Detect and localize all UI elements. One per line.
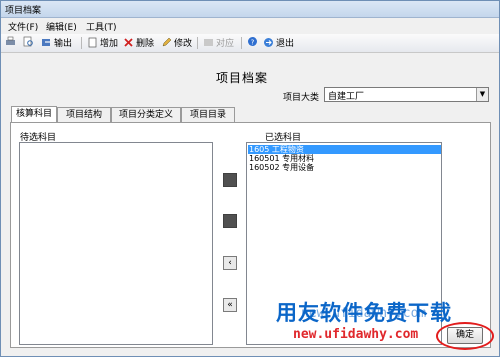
category-select[interactable]: 自建工厂 ▼	[324, 87, 489, 102]
menu-bar: 文件(F) 编辑(E) 工具(T)	[1, 18, 499, 33]
tab-project-catalog[interactable]: 项目目录	[181, 107, 235, 122]
window-title: 项目档案	[5, 6, 42, 16]
help-icon[interactable]: ?	[247, 36, 260, 50]
exit-button[interactable]: 退出	[263, 36, 294, 50]
watermark-title: 用友软件免费下载	[276, 301, 452, 325]
subject-name: 专用材料	[282, 154, 315, 163]
subject-name: 工程物资	[271, 145, 304, 154]
watermark-url: new.ufidawhy.com	[293, 327, 419, 342]
output-button[interactable]: 输出	[41, 36, 72, 50]
move-right-button[interactable]	[223, 173, 237, 187]
preview-icon[interactable]	[23, 36, 36, 50]
add-label: 增加	[100, 39, 119, 49]
list-item[interactable]: 160501 专用材料	[248, 154, 314, 163]
toolbar-separator	[241, 37, 242, 49]
edit-pencil-icon	[162, 37, 172, 47]
menu-edit[interactable]: 编辑(E)	[46, 20, 77, 33]
page-title: 项目档案	[216, 71, 269, 85]
tab-accounting-subjects[interactable]: 核算科目	[11, 106, 57, 122]
subject-code: 1605	[249, 145, 270, 154]
add-button[interactable]: 增加	[87, 36, 118, 50]
tab-project-structure[interactable]: 项目结构	[57, 107, 111, 122]
toolbar-separator	[197, 37, 198, 49]
exit-icon	[264, 38, 273, 47]
category-value: 自建工厂	[328, 92, 365, 102]
move-all-left-button[interactable]: «	[223, 298, 237, 312]
svg-text:?: ?	[251, 38, 255, 46]
move-left-button[interactable]: ‹	[223, 256, 237, 270]
move-all-right-button[interactable]	[223, 214, 237, 228]
double-chevron-left-icon: «	[227, 300, 233, 310]
print-icon[interactable]	[5, 36, 18, 50]
ok-button[interactable]: 确定	[447, 327, 483, 344]
delete-label: 删除	[136, 39, 155, 49]
align-button[interactable]: 对应	[203, 36, 234, 50]
menu-file[interactable]: 文件(F)	[8, 20, 38, 33]
output-label: 输出	[54, 39, 73, 49]
chevron-left-icon: ‹	[228, 258, 232, 268]
tab-category-definition[interactable]: 项目分类定义	[111, 107, 181, 122]
pending-subjects-list[interactable]	[19, 142, 213, 345]
list-item[interactable]: 1605 工程物资	[248, 145, 441, 154]
subject-name: 专用设备	[282, 163, 315, 172]
align-label: 对应	[216, 39, 235, 49]
chevron-down-icon[interactable]: ▼	[476, 88, 488, 101]
list-item[interactable]: 160502 专用设备	[248, 163, 314, 172]
subject-code: 160502	[249, 163, 280, 172]
new-document-icon	[88, 37, 97, 48]
category-label: 项目大类	[283, 93, 320, 103]
output-icon	[42, 39, 50, 46]
align-icon	[204, 39, 213, 46]
delete-button[interactable]: 删除	[123, 36, 154, 50]
modify-label: 修改	[174, 39, 193, 49]
toolbar-separator	[81, 37, 82, 49]
title-bar: 项目档案	[1, 1, 499, 18]
delete-icon	[124, 38, 133, 47]
exit-label: 退出	[276, 39, 295, 49]
toolbar: 输出 增加 删除 修改 对应 ? 退出	[1, 34, 499, 53]
subject-code: 160501	[249, 154, 280, 163]
project-archive-window: 项目档案 文件(F) 编辑(E) 工具(T) 输出 增加 删除 修改 对应 ? …	[0, 0, 500, 357]
menu-tools[interactable]: 工具(T)	[86, 20, 117, 33]
modify-button[interactable]: 修改	[161, 36, 192, 50]
